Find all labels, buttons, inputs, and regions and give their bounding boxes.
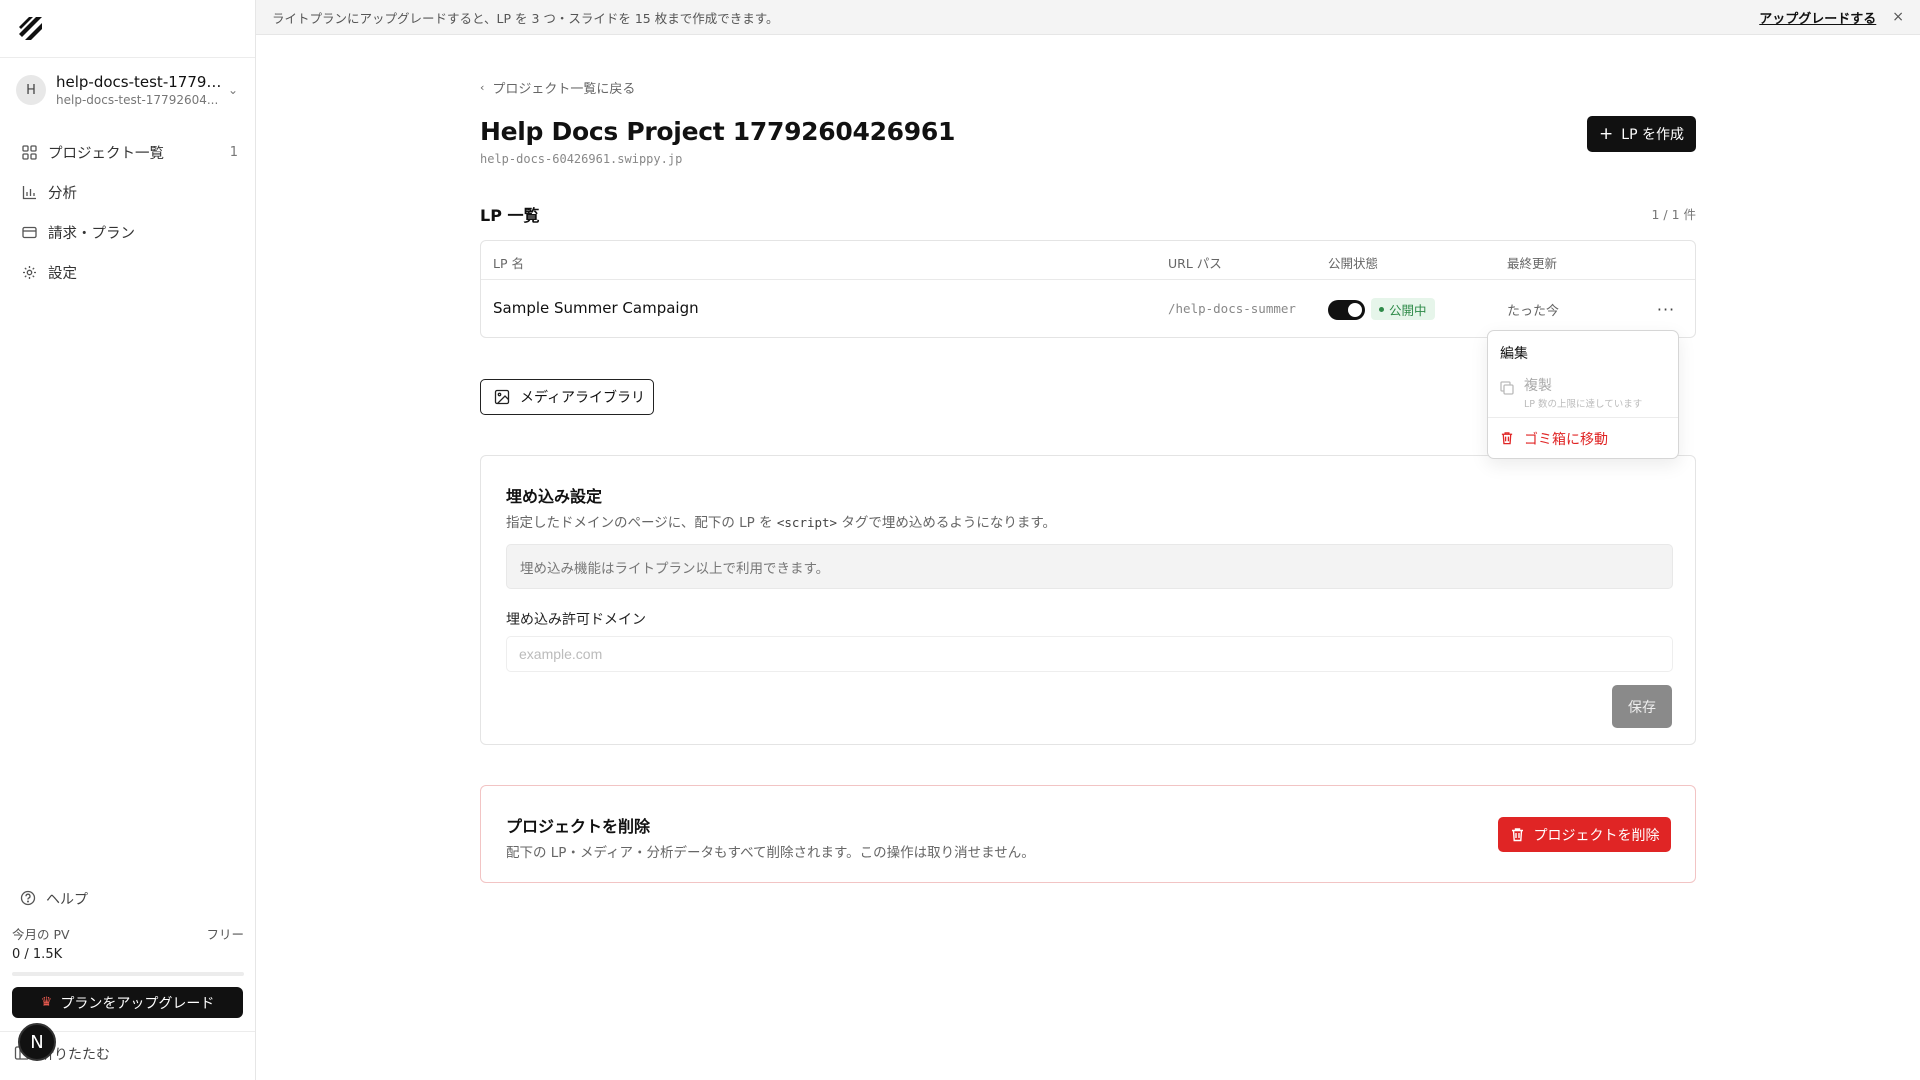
upgrade-banner: ライトプランにアップグレードすると、LP を 3 つ・スライドを 15 枚まで作… [256, 0, 1920, 35]
embed-settings-card: 埋め込み設定 指定したドメインのページに、配下の LP を <script> タ… [480, 455, 1696, 745]
duplicate-label: 複製 [1524, 378, 1552, 394]
embed-desc-text: タグで埋め込めるようになります。 [837, 515, 1057, 531]
embed-desc-text: 指定したドメインのページに、配下の LP を [506, 515, 777, 531]
plan-notice: 埋め込み機能はライトプラン以上で利用できます。 [506, 544, 1673, 589]
lp-count: 1 / 1 件 [1651, 207, 1696, 222]
embed-settings-description: 指定したドメインのページに、配下の LP を <script> タグで埋め込める… [506, 511, 1056, 531]
sidebar-item-label: 分析 [48, 185, 77, 202]
menu-divider [1488, 417, 1678, 418]
column-header-updated: 最終更新 [1507, 256, 1558, 271]
account-name: help-docs-test-17792... [56, 73, 222, 91]
page-title: Help Docs Project 1779260426961 [480, 117, 956, 146]
n-badge[interactable]: N [18, 1023, 56, 1061]
image-icon [494, 389, 510, 405]
grid-icon [20, 143, 38, 161]
lp-url-path: /help-docs-summer [1168, 301, 1296, 316]
embed-desc-code: <script> [776, 515, 838, 530]
project-domain: help-docs-60426961.swippy.jp [480, 152, 683, 166]
crown-icon: ♛ [40, 995, 53, 1010]
status-dot [1379, 306, 1384, 312]
plan-label: フリー [206, 927, 244, 942]
column-header-status: 公開状態 [1328, 256, 1379, 271]
delete-project-description: 配下の LP・メディア・分析データもすべて削除されます。この操作は取り消せません… [506, 845, 1035, 861]
pv-label: 今月の PV [12, 927, 70, 942]
lp-updated: たった今 [1507, 304, 1560, 319]
media-library-label: メディアライブラリ [520, 390, 646, 406]
help-circle-icon [20, 890, 38, 908]
close-icon[interactable]: × [1892, 9, 1904, 25]
upgrade-plan-button[interactable]: ♛ プランをアップグレード [12, 987, 243, 1018]
sidebar-item-label: 請求・プラン [48, 225, 135, 242]
menu-item-trash[interactable]: ゴミ箱に移動 [1500, 429, 1608, 449]
create-lp-button[interactable]: + LP を作成 [1587, 116, 1696, 152]
gear-icon [20, 263, 38, 281]
column-header-path: URL パス [1168, 256, 1222, 271]
pv-progress-bar [12, 972, 244, 976]
sidebar-item-projects[interactable]: プロジェクト一覧 1 [10, 132, 246, 172]
sidebar-item-label: 設定 [48, 265, 77, 282]
divider [0, 57, 255, 58]
bar-chart-icon [20, 183, 38, 201]
back-label: プロジェクト一覧に戻る [492, 82, 636, 97]
pv-value: 0 / 1.5K [12, 947, 63, 962]
chevron-down-icon: ⌄ [228, 83, 239, 97]
trash-label: ゴミ箱に移動 [1524, 432, 1608, 448]
duplicate-disabled-note: LP 数の上限に達しています [1524, 399, 1643, 410]
sidebar-item-billing[interactable]: 請求・プラン [10, 212, 246, 252]
lp-name[interactable]: Sample Summer Campaign [493, 299, 699, 317]
delete-project-title: プロジェクトを削除 [506, 817, 651, 836]
menu-item-duplicate: 複製 LP 数の上限に達しています [1500, 375, 1642, 410]
publish-toggle[interactable] [1328, 300, 1365, 320]
trash-icon [1510, 827, 1526, 843]
banner-upgrade-link[interactable]: アップグレードする [1759, 8, 1876, 27]
menu-item-edit[interactable]: 編集 [1500, 343, 1528, 363]
delete-project-card: プロジェクトを削除 配下の LP・メディア・分析データもすべて削除されます。この… [480, 785, 1696, 883]
help-label: ヘルプ [46, 892, 88, 908]
media-library-button[interactable]: メディアライブラリ [480, 379, 654, 415]
chevron-left-icon: ‹ [480, 81, 485, 94]
upgrade-label: プランをアップグレード [60, 995, 215, 1012]
avatar: H [16, 75, 46, 105]
more-options-icon[interactable]: ··· [1651, 294, 1681, 324]
allowed-domain-label: 埋め込み許可ドメイン [506, 612, 646, 628]
sidebar-nav: プロジェクト一覧 1 分析 請求・プラン 設定 [10, 132, 246, 292]
copy-icon [1500, 381, 1516, 397]
sidebar: H help-docs-test-17792... help-docs-test… [0, 0, 256, 1080]
credit-card-icon [20, 223, 38, 241]
pv-usage: 今月の PV フリー [12, 924, 244, 943]
create-lp-label: LP を作成 [1621, 127, 1684, 143]
embed-settings-title: 埋め込み設定 [506, 487, 603, 506]
status-badge: 公開中 [1371, 298, 1435, 320]
delete-project-label: プロジェクトを削除 [1533, 827, 1660, 844]
help-link[interactable]: ヘルプ [10, 884, 246, 914]
sidebar-item-analytics[interactable]: 分析 [10, 172, 246, 212]
plus-icon: + [1599, 124, 1614, 144]
banner-text: ライトプランにアップグレードすると、LP を 3 つ・スライドを 15 枚まで作… [272, 10, 779, 26]
account-switcher[interactable]: H help-docs-test-17792... help-docs-test… [10, 66, 246, 114]
app-logo[interactable] [16, 14, 46, 44]
row-actions-menu: 編集 複製 LP 数の上限に達しています ゴミ箱に移動 [1487, 330, 1679, 459]
back-link[interactable]: ‹ プロジェクト一覧に戻る [480, 78, 635, 97]
lp-table: LP 名 URL パス 公開状態 最終更新 Sample Summer Camp… [480, 240, 1696, 338]
table-header: LP 名 URL パス 公開状態 最終更新 [481, 241, 1695, 280]
trash-icon [1500, 431, 1516, 447]
column-header-name: LP 名 [493, 256, 524, 271]
status-label: 公開中 [1389, 302, 1427, 318]
account-subtitle: help-docs-test-17792604... [56, 93, 219, 107]
delete-project-button[interactable]: プロジェクトを削除 [1498, 817, 1671, 852]
sidebar-item-label: プロジェクト一覧 [48, 145, 164, 162]
allowed-domain-input[interactable] [506, 636, 1673, 672]
sidebar-item-settings[interactable]: 設定 [10, 252, 246, 292]
lp-list-heading: LP 一覧 [480, 206, 540, 225]
save-button[interactable]: 保存 [1612, 685, 1672, 728]
project-count: 1 [229, 144, 238, 160]
